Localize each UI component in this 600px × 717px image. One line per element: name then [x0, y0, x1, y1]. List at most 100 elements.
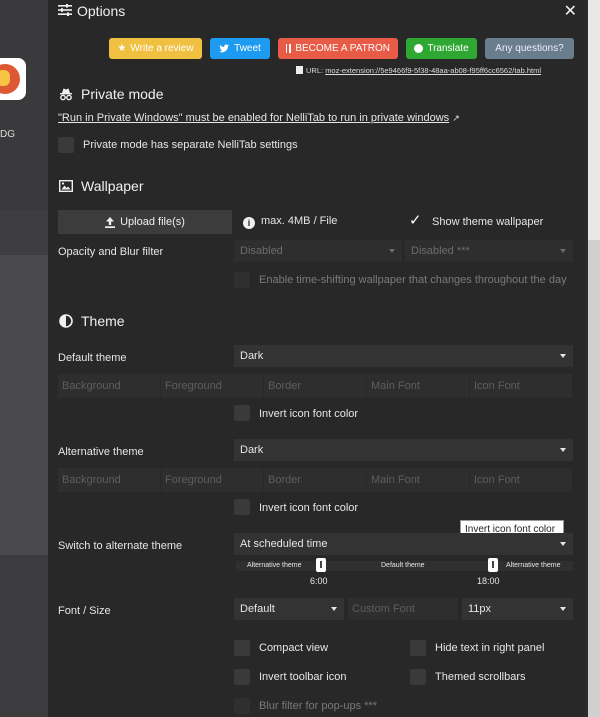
invert-toolbar-label: Invert toolbar icon — [259, 671, 347, 683]
end-time: 18:00 — [477, 576, 500, 586]
close-icon[interactable]: ✕ — [564, 1, 577, 21]
panel-header: Options ✕ — [48, 0, 585, 22]
chevron-down-icon — [560, 448, 566, 452]
theme-heading: Theme — [59, 313, 125, 329]
invert-toolbar-checkbox[interactable] — [234, 669, 250, 685]
alt-invert-icon-checkbox[interactable] — [234, 499, 250, 515]
switch-theme-select[interactable]: At scheduled time — [234, 533, 573, 555]
private-windows-note[interactable]: "Run in Private Windows" must be enabled… — [58, 112, 460, 124]
upload-icon — [105, 216, 116, 228]
slider-left-label: Alternative theme — [247, 562, 302, 569]
tweet-label: Tweet — [234, 43, 261, 54]
url-prefix: URL: — [306, 66, 324, 75]
options-panel: Options ✕ ★ Write a review Tweet BECOME … — [48, 0, 585, 717]
globe-icon — [414, 44, 424, 53]
font-size-select[interactable]: 11px — [462, 598, 573, 620]
image-icon — [59, 180, 73, 193]
document-icon — [296, 66, 303, 74]
time-shift-checkbox[interactable] — [234, 272, 250, 288]
private-windows-link[interactable]: "Run in Private Windows" must be enabled… — [58, 112, 449, 124]
default-theme-value: Dark — [240, 350, 264, 362]
blur-popups-label: Blur filter for pop-ups *** — [259, 700, 377, 712]
border-color-input[interactable]: Border — [264, 374, 367, 398]
incognito-icon — [60, 88, 72, 101]
hide-text-label: Hide text in right panel — [435, 642, 545, 654]
blur-popups-checkbox[interactable] — [234, 698, 250, 714]
icon-font-color-input[interactable]: Icon Font — [470, 374, 573, 398]
slider-end-handle[interactable] — [488, 558, 498, 572]
url-line: URL: moz-extension://5e9466f9-5f38-48aa-… — [296, 66, 541, 75]
max-size-info: i max. 4MB / File — [243, 215, 337, 229]
show-theme-wallpaper-label: Show theme wallpaper — [432, 216, 544, 228]
slider-right-label: Alternative theme — [506, 562, 561, 569]
main-font-color-input[interactable]: Main Font — [367, 374, 470, 398]
max-size-label: max. 4MB / File — [261, 215, 338, 227]
upload-files-button[interactable]: Upload file(s) — [58, 210, 232, 234]
translate-label: Translate — [427, 43, 469, 54]
app-logo-icon[interactable] — [0, 58, 26, 100]
extension-url-link[interactable]: moz-extension://5e9466f9-5f38-48aa-ab08-… — [325, 66, 541, 75]
write-review-label: Write a review — [130, 43, 194, 54]
background-page: DG — [0, 0, 50, 717]
upload-files-label: Upload file(s) — [120, 216, 185, 228]
slider-middle-label: Default theme — [381, 562, 425, 569]
alternative-theme-colors: Background Foreground Border Main Font I… — [58, 468, 573, 492]
chevron-down-icon — [331, 607, 337, 611]
default-theme-select[interactable]: Dark — [234, 345, 573, 367]
compact-view-checkbox[interactable] — [234, 640, 250, 656]
twitter-icon — [219, 44, 230, 53]
hide-text-checkbox[interactable] — [410, 640, 426, 656]
background-color-input[interactable]: Background — [58, 374, 161, 398]
font-select[interactable]: Default — [234, 598, 344, 620]
alternative-theme-select[interactable]: Dark — [234, 439, 573, 461]
background-color-input[interactable]: Background — [58, 468, 161, 492]
become-patron-button[interactable]: BECOME A PATRON — [278, 38, 398, 59]
invert-icon-checkbox[interactable] — [234, 405, 250, 421]
font-size-label: Font / Size — [58, 605, 111, 617]
write-review-button[interactable]: ★ Write a review — [109, 38, 202, 59]
chevron-down-icon — [560, 607, 566, 611]
show-theme-wallpaper-checkbox[interactable] — [408, 211, 424, 229]
scrollbar-thumb[interactable] — [588, 0, 600, 240]
translate-button[interactable]: Translate — [406, 38, 477, 59]
time-shift-label: Enable time-shifting wallpaper that chan… — [259, 274, 567, 286]
icon-font-color-input[interactable]: Icon Font — [470, 468, 573, 492]
alternative-theme-value: Dark — [240, 444, 264, 456]
contrast-icon — [59, 314, 73, 328]
border-color-input[interactable]: Border — [264, 468, 367, 492]
wallpaper-heading: Wallpaper — [59, 178, 144, 194]
scrollbar-track[interactable] — [588, 240, 600, 717]
external-link-icon: ↗ — [452, 113, 460, 123]
alt-invert-icon-label: Invert icon font color — [259, 502, 359, 514]
info-icon: i — [243, 217, 255, 229]
alternative-theme-label: Alternative theme — [58, 446, 144, 458]
theme-title: Theme — [81, 313, 125, 329]
compact-view-label: Compact view — [259, 642, 329, 654]
main-font-color-input[interactable]: Main Font — [367, 468, 470, 492]
default-theme-label: Default theme — [58, 352, 127, 364]
chevron-down-icon — [560, 249, 566, 253]
themed-scrollbars-checkbox[interactable] — [410, 669, 426, 685]
foreground-color-input[interactable]: Foreground — [161, 468, 264, 492]
foreground-color-input[interactable]: Foreground — [161, 374, 264, 398]
private-mode-separate-checkbox[interactable] — [58, 137, 74, 153]
custom-font-input[interactable]: Custom Font — [348, 598, 458, 620]
theme-schedule-slider[interactable]: Alternative theme Default theme Alternat… — [236, 558, 573, 572]
private-mode-separate-label: Private mode has separate NelliTab setti… — [83, 139, 298, 151]
blur-select[interactable]: Disabled *** — [405, 240, 573, 262]
any-questions-button[interactable]: Any questions? — [485, 38, 574, 59]
switch-theme-value: At scheduled time — [240, 538, 328, 550]
private-mode-title: Private mode — [81, 86, 164, 102]
become-patron-label: BECOME A PATRON — [295, 43, 390, 54]
action-button-row: ★ Write a review Tweet BECOME A PATRON T… — [109, 38, 574, 59]
slider-start-handle[interactable] — [316, 558, 326, 572]
wallpaper-title: Wallpaper — [81, 178, 144, 194]
themed-scrollbars-label: Themed scrollbars — [435, 671, 526, 683]
opacity-select[interactable]: Disabled — [234, 240, 402, 262]
tweet-button[interactable]: Tweet — [210, 38, 270, 59]
panel-title: Options — [77, 3, 126, 19]
chevron-down-icon — [389, 249, 395, 253]
star-icon: ★ — [117, 43, 127, 54]
sliders-icon — [58, 4, 72, 16]
blur-select-value: Disabled *** — [411, 245, 470, 257]
